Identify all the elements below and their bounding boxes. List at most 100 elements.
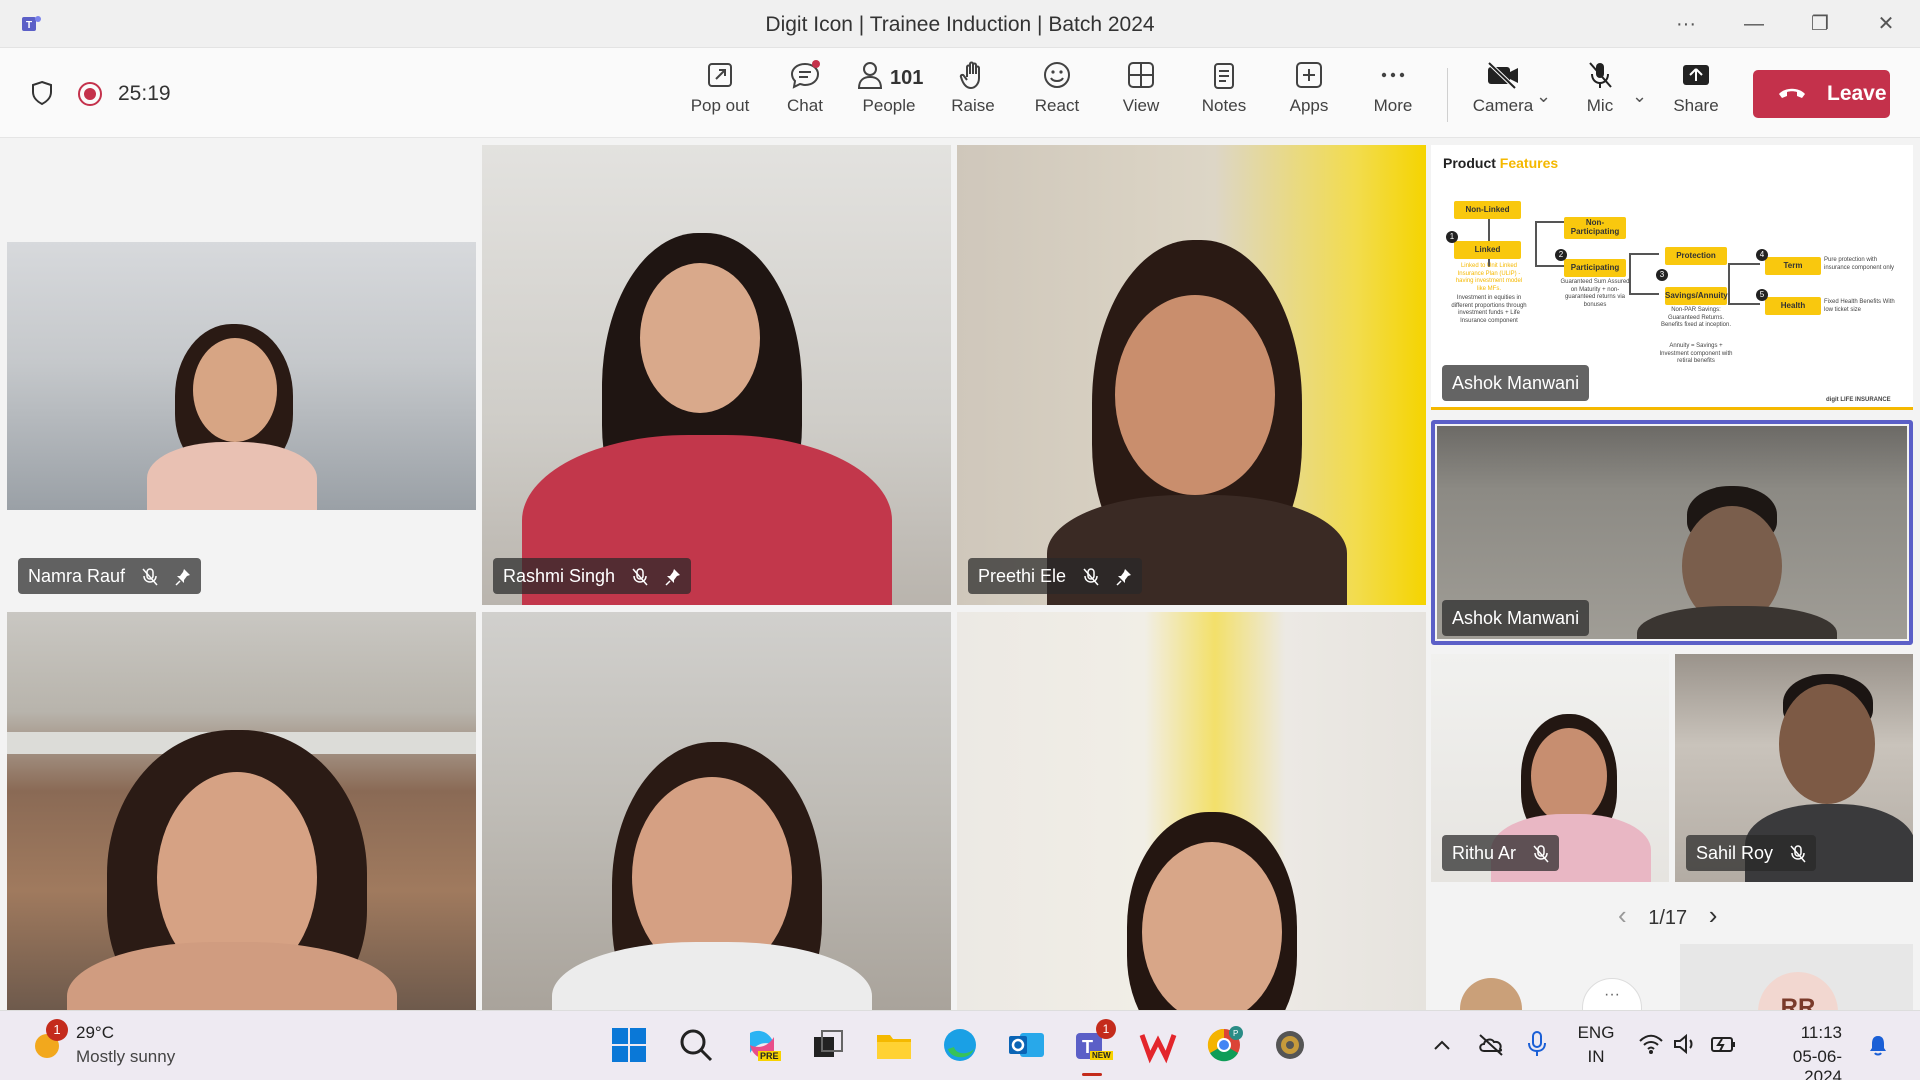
- more-button[interactable]: More: [1368, 60, 1418, 132]
- copilot-icon[interactable]: PRE: [742, 1025, 782, 1065]
- slide-title-accent: Features: [1499, 155, 1559, 171]
- slide-note-annuity: Annuity = Savings + Investment component…: [1659, 343, 1733, 364]
- chat-button[interactable]: Chat: [780, 60, 830, 132]
- mic-muted-icon: [1533, 845, 1549, 863]
- title-bar: T Digit Icon | Trainee Induction | Batch…: [0, 0, 1920, 48]
- teams-taskbar-icon[interactable]: T 1 NEW: [1072, 1019, 1116, 1065]
- window-title: Digit Icon | Trainee Induction | Batch 2…: [765, 13, 1155, 36]
- camera-button[interactable]: Camera: [1472, 60, 1534, 132]
- add-apps-icon: [1296, 62, 1322, 88]
- participant-name: Namra Rauf: [28, 566, 126, 586]
- slide-note-term: Pure protection with insurance component…: [1824, 257, 1895, 271]
- slide-number-3: 3: [1656, 269, 1668, 281]
- close-button[interactable]: ✕: [1866, 10, 1906, 38]
- camera-label: Camera: [1472, 96, 1534, 115]
- notes-button[interactable]: Notes: [1198, 60, 1250, 132]
- chat-label: Chat: [787, 96, 823, 115]
- slide-box-linked: Linked: [1454, 241, 1521, 259]
- weather-condition[interactable]: Mostly sunny: [76, 1047, 175, 1067]
- next-page-button[interactable]: ›: [1709, 900, 1718, 930]
- more-participants-button[interactable]: ···: [1582, 978, 1642, 1010]
- people-label: People: [862, 96, 916, 115]
- raise-hand-button[interactable]: Raise: [948, 60, 998, 132]
- window-more-button[interactable]: ···: [1666, 10, 1706, 38]
- file-explorer-icon[interactable]: [874, 1025, 914, 1065]
- mic-muted-icon: [1083, 568, 1099, 586]
- pop-out-icon: [708, 63, 732, 87]
- clock-date[interactable]: 05-06-2024: [1756, 1047, 1842, 1080]
- people-icon: [857, 62, 883, 89]
- active-speaker-name: Ashok Manwani: [1452, 608, 1580, 628]
- slide-note-savings: Non-PAR Savings: Guaranteed Returns. Ben…: [1660, 307, 1732, 328]
- participant-initials-tile[interactable]: RR: [1680, 944, 1913, 1010]
- shield-icon[interactable]: [30, 80, 54, 106]
- people-button[interactable]: 101 People: [856, 60, 923, 132]
- video-tile-namra-rauf[interactable]: [7, 242, 476, 510]
- mic-options-chevron-icon[interactable]: ⌄: [1632, 86, 1647, 107]
- pin-icon: [1116, 569, 1132, 586]
- chat-icon: [790, 60, 820, 89]
- slide-title: Product Features: [1443, 155, 1558, 171]
- pop-out-button[interactable]: Pop out: [690, 60, 750, 132]
- weather-temperature[interactable]: 29°C: [76, 1023, 114, 1043]
- slide-note-participating: Guaranteed Sum Assured on Maturity + non…: [1560, 279, 1630, 308]
- chrome-icon[interactable]: P: [1204, 1025, 1244, 1065]
- participant-name: Rashmi Singh: [503, 566, 616, 586]
- outlook-icon[interactable]: [1006, 1025, 1046, 1065]
- smiley-icon: [1044, 62, 1070, 88]
- initials-avatar: RR: [1758, 972, 1838, 1010]
- edge-browser-icon[interactable]: [940, 1025, 980, 1065]
- slide-box-non-linked: Non-Linked: [1454, 201, 1521, 219]
- battery-charging-icon[interactable]: [1710, 1033, 1736, 1055]
- search-icon[interactable]: [676, 1025, 716, 1065]
- prev-page-button[interactable]: ‹: [1618, 900, 1627, 930]
- mic-muted-icon: [142, 568, 158, 586]
- microphone-tray-icon[interactable]: [1526, 1029, 1548, 1059]
- participant-name-tag: Rashmi Singh: [493, 558, 692, 594]
- video-tile-participant[interactable]: [482, 612, 951, 1010]
- start-windows-icon[interactable]: [609, 1025, 649, 1065]
- language-indicator-top[interactable]: ENG: [1576, 1023, 1616, 1043]
- slide-box-participating: Participating: [1564, 259, 1626, 277]
- slide-box-savings-annuity: Savings/Annuity: [1665, 287, 1728, 305]
- chevron-up-icon[interactable]: [1430, 1035, 1454, 1055]
- apps-button[interactable]: Apps: [1284, 60, 1334, 132]
- task-view-icon[interactable]: [808, 1025, 848, 1065]
- wifi-icon[interactable]: [1638, 1033, 1664, 1055]
- meeting-timer: 25:19: [118, 82, 171, 105]
- clock-time[interactable]: 11:13: [1756, 1023, 1842, 1043]
- slide-number-2: 2: [1555, 249, 1567, 261]
- view-button[interactable]: View: [1116, 60, 1166, 132]
- pin-icon: [665, 569, 681, 586]
- apps-label: Apps: [1289, 96, 1329, 115]
- participant-name-tag: Sahil Roy: [1686, 835, 1817, 871]
- mic-off-icon: [1589, 62, 1612, 88]
- more-dots-icon: [1381, 72, 1405, 78]
- participant-avatar-photo[interactable]: [1460, 978, 1522, 1010]
- react-button[interactable]: React: [1032, 60, 1082, 132]
- wps-office-icon[interactable]: [1138, 1025, 1178, 1065]
- notification-bell-icon[interactable]: [1866, 1033, 1890, 1057]
- slide-number-4: 4: [1756, 249, 1768, 261]
- volume-icon[interactable]: [1672, 1033, 1698, 1055]
- pop-out-label: Pop out: [690, 96, 750, 115]
- share-screen-icon: [1683, 65, 1709, 85]
- onedrive-cloud-icon[interactable]: [1476, 1031, 1506, 1057]
- restore-button[interactable]: ❐: [1800, 10, 1840, 38]
- video-tile-participant[interactable]: [957, 612, 1426, 1010]
- gear-app-icon[interactable]: [1270, 1025, 1310, 1065]
- raise-label: Raise: [951, 96, 995, 115]
- minimize-button[interactable]: —: [1734, 10, 1774, 38]
- slide-box-health: Health: [1765, 297, 1821, 315]
- video-tile-rashmi-singh[interactable]: [482, 145, 951, 605]
- teams-badge: 1: [1096, 1019, 1116, 1039]
- video-tile-preethi-ele[interactable]: [957, 145, 1426, 605]
- share-button[interactable]: Share: [1670, 60, 1722, 132]
- mic-button[interactable]: Mic: [1578, 60, 1622, 132]
- video-tile-participant[interactable]: [7, 612, 476, 1010]
- mic-muted-icon: [632, 568, 648, 586]
- language-indicator-bottom[interactable]: IN: [1576, 1047, 1616, 1067]
- camera-options-chevron-icon[interactable]: ⌄: [1536, 86, 1551, 107]
- participant-name: Rithu Ar: [1452, 843, 1517, 863]
- leave-button[interactable]: Leave: [1753, 70, 1890, 118]
